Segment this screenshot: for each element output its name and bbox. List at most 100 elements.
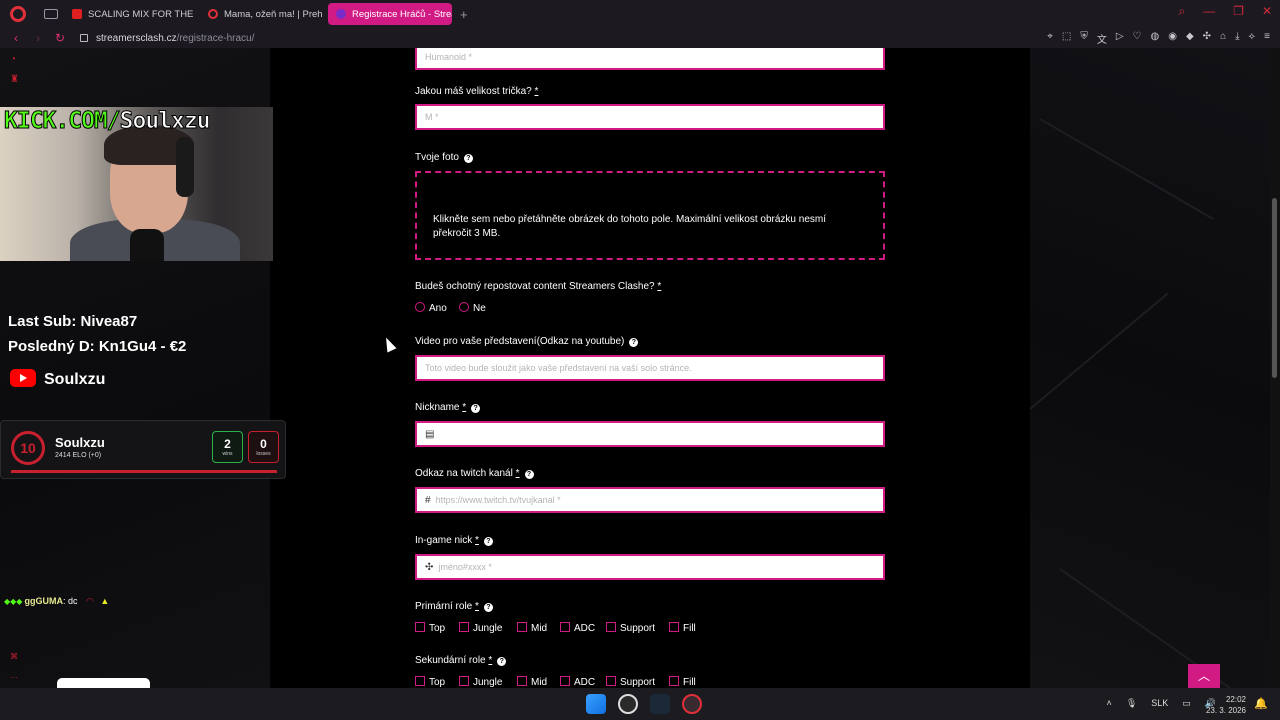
nickname-label: Nickname *?: [415, 402, 481, 413]
heart-icon[interactable]: ♡: [1133, 31, 1142, 46]
aria-icon[interactable]: ⟡: [1249, 31, 1256, 46]
checkbox[interactable]: [560, 622, 570, 632]
lock-icon[interactable]: [80, 34, 88, 42]
radio-button[interactable]: [459, 302, 469, 312]
primary-role-fill[interactable]: Fill: [669, 622, 696, 634]
help-icon[interactable]: ?: [524, 470, 534, 479]
checkbox[interactable]: [606, 676, 616, 686]
repost-option-ne[interactable]: Ne: [459, 302, 486, 314]
tab-scaling-mix[interactable]: SCALING MIX FOR THE LV: [64, 3, 194, 25]
steam-icon[interactable]: [650, 694, 670, 714]
checkbox[interactable]: [606, 622, 616, 632]
ingame-nick-input[interactable]: ✣ jméno#xxxx *: [415, 554, 885, 580]
chevron-up-icon[interactable]: ˄: [1107, 698, 1112, 709]
maximize-icon[interactable]: ❐: [1233, 4, 1244, 19]
primary-role-support[interactable]: Support: [606, 622, 655, 634]
primary-role-mid[interactable]: Mid: [517, 622, 547, 634]
secondary-role-top[interactable]: Top: [415, 676, 445, 688]
minimize-icon[interactable]: —: [1203, 4, 1215, 19]
background-right: [1029, 48, 1270, 688]
radio-button[interactable]: [415, 302, 425, 312]
download-icon[interactable]: ⤓: [1235, 31, 1239, 46]
scrollbar-thumb[interactable]: [1272, 198, 1277, 378]
primary-role-adc[interactable]: ADC: [560, 622, 595, 634]
chat-message: ◆◆◆ ggGUMA: dc ◠ ▲: [4, 596, 109, 607]
sidebar-bag-icon[interactable]: ♜: [10, 74, 19, 85]
video-input[interactable]: Toto video bude sloužit jako vaše předst…: [415, 355, 885, 381]
secondary-role-jungle[interactable]: Jungle: [459, 676, 502, 688]
sidebar-more-icon[interactable]: ···: [10, 673, 18, 682]
microphone: [130, 229, 164, 261]
puzzle-icon[interactable]: ✣: [1203, 31, 1211, 46]
translate-icon[interactable]: 文: [1097, 31, 1107, 46]
checkbox[interactable]: [415, 622, 425, 632]
secondary-role-support[interactable]: Support: [606, 676, 655, 688]
checkbox[interactable]: [669, 676, 679, 686]
microphone-icon[interactable]: 🎙: [1126, 698, 1137, 709]
window-controls: ⌕ — ❐ ✕: [1178, 4, 1272, 19]
shirt-size-input[interactable]: M *: [415, 104, 885, 130]
checkbox[interactable]: [517, 622, 527, 632]
page-scrollbar[interactable]: [1270, 48, 1280, 688]
help-icon[interactable]: ?: [483, 537, 493, 546]
extension-b-icon[interactable]: ◉: [1168, 31, 1177, 46]
help-icon[interactable]: ?: [629, 338, 639, 347]
tab-mama-ozen-ma[interactable]: Mama, ožeň ma! | Prehľad: [200, 3, 322, 25]
reload-icon[interactable]: ↻: [54, 31, 66, 45]
checkbox[interactable]: [415, 676, 425, 686]
monitor-icon[interactable]: ▭: [1182, 698, 1191, 709]
puzzle-piece-icon: ✣: [425, 562, 434, 573]
opera-taskbar-icon[interactable]: [682, 694, 702, 714]
menu-icon[interactable]: ≡: [1264, 31, 1270, 46]
checkbox[interactable]: [517, 676, 527, 686]
share-icon[interactable]: ⌂: [1220, 31, 1226, 46]
checkbox[interactable]: [560, 676, 570, 686]
checkbox[interactable]: [459, 622, 469, 632]
browser-sidebar: ◔ ♜: [10, 54, 19, 85]
extension-c-icon[interactable]: ◆: [1186, 31, 1194, 46]
secondary-role-fill[interactable]: Fill: [669, 676, 696, 688]
pin-icon[interactable]: ⌖: [1047, 31, 1053, 46]
top-input[interactable]: Humanoid *: [415, 48, 885, 70]
language-indicator[interactable]: SLK: [1151, 698, 1168, 709]
play-icon[interactable]: ▷: [1116, 31, 1124, 46]
help-icon[interactable]: ?: [463, 154, 473, 163]
checkbox[interactable]: [459, 676, 469, 686]
tab-registrace-hracu[interactable]: Registrace Hráčů - Stream: [328, 3, 452, 25]
shield-icon[interactable]: ⛨: [1080, 31, 1088, 46]
extension-a-icon[interactable]: ◍: [1151, 31, 1160, 46]
notification-bell-icon[interactable]: 🔔: [1254, 697, 1268, 710]
secondary-role-mid[interactable]: Mid: [517, 676, 547, 688]
windows-start-icon[interactable]: [586, 694, 606, 714]
secondary-role-adc[interactable]: ADC: [560, 676, 595, 688]
sidebar-history-icon[interactable]: ◔: [10, 54, 19, 65]
nickname-input[interactable]: ▤: [415, 421, 885, 447]
address-bar: ‹ › ↻ streamersclash.cz/registrace-hracu…: [0, 28, 1280, 48]
help-icon[interactable]: ?: [497, 657, 507, 666]
losses-count: 0: [260, 437, 267, 451]
help-icon[interactable]: ?: [483, 603, 493, 612]
photo-dropzone[interactable]: Klikněte sem nebo přetáhněte obrázek do …: [415, 171, 885, 260]
screenshot-icon[interactable]: ⬚: [1062, 31, 1071, 46]
close-icon[interactable]: ✕: [1262, 4, 1272, 19]
clock-time: 22:02: [1225, 695, 1246, 704]
twitch-input[interactable]: # https://www.twitch.tv/tvujkanal *: [415, 487, 885, 513]
primary-role-jungle[interactable]: Jungle: [459, 622, 502, 634]
id-card-icon: ▤: [425, 429, 435, 440]
sidebar-extension-icon[interactable]: ⌘: [10, 652, 18, 661]
repost-option-ano[interactable]: Ano: [415, 302, 447, 314]
workspaces-icon[interactable]: [44, 9, 58, 19]
help-icon[interactable]: ?: [471, 404, 481, 413]
forward-icon[interactable]: ›: [32, 31, 44, 45]
scroll-to-top-button[interactable]: ︿: [1188, 664, 1220, 688]
checkbox[interactable]: [669, 622, 679, 632]
back-icon[interactable]: ‹: [10, 31, 22, 45]
primary-role-top[interactable]: Top: [415, 622, 445, 634]
new-tab-plus-icon[interactable]: +: [460, 7, 468, 22]
obs-icon[interactable]: [618, 694, 638, 714]
last-sub-text: Last Sub: Nivea87: [8, 313, 138, 330]
url-field[interactable]: streamersclash.cz/registrace-hracu/: [96, 33, 254, 44]
clock[interactable]: 22:02 23. 3. 2026: [1206, 694, 1246, 716]
opera-logo-icon[interactable]: [10, 6, 26, 22]
search-icon[interactable]: ⌕: [1178, 4, 1185, 19]
